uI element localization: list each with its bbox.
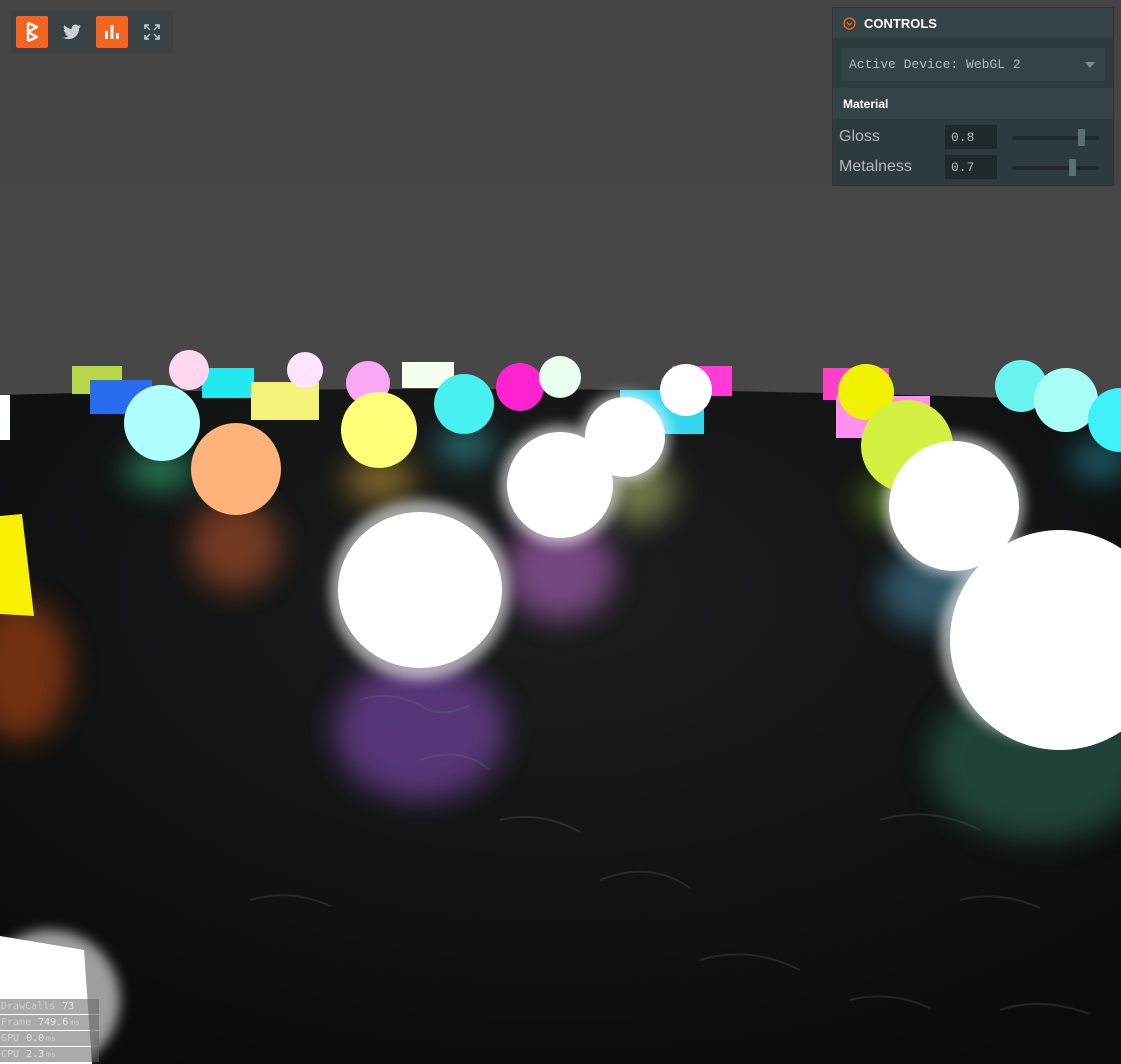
- twitter-bird-icon: [63, 24, 81, 40]
- stat-label: DrawCalls: [1, 1001, 56, 1012]
- controls-title: CONTROLS: [864, 15, 937, 31]
- stat-row-frame: Frame 749.6 ms: [0, 1015, 99, 1030]
- stat-label: Frame: [1, 1017, 32, 1028]
- stat-value: 73: [62, 1001, 75, 1012]
- gloss-value-input[interactable]: 0.8: [945, 125, 997, 149]
- metalness-value-input[interactable]: 0.7: [945, 155, 997, 179]
- active-device-select[interactable]: Active Device: WebGL 2: [841, 48, 1105, 81]
- metalness-slider-thumb[interactable]: [1068, 159, 1076, 176]
- material-section-header[interactable]: Material: [833, 88, 1113, 119]
- stat-unit: ms: [70, 1018, 80, 1027]
- gloss-label: Gloss: [839, 128, 880, 145]
- stat-row-drawcalls: DrawCalls 73: [0, 999, 99, 1014]
- controls-header[interactable]: CONTROLS: [833, 8, 1113, 38]
- active-device-value: Active Device: WebGL 2: [849, 57, 1021, 72]
- playcanvas-logo-icon: [26, 21, 39, 43]
- stat-row-gpu: GPU 0.0 ms: [0, 1031, 99, 1046]
- stat-label: CPU: [1, 1049, 20, 1060]
- stat-label: GPU: [1, 1033, 20, 1044]
- gloss-slider-row: Gloss 0.8: [833, 125, 1113, 151]
- stat-value: 2.3: [26, 1049, 45, 1060]
- metalness-slider-track[interactable]: [1012, 159, 1099, 176]
- playcanvas-logo-button[interactable]: [16, 16, 48, 48]
- material-section-title: Material: [843, 96, 889, 111]
- stats-button[interactable]: [96, 16, 128, 48]
- stat-row-cpu: CPU 2.3 ms: [0, 1047, 99, 1062]
- controls-panel: CONTROLS Active Device: WebGL 2 Material…: [833, 8, 1113, 185]
- fullscreen-icon: [144, 24, 160, 40]
- gloss-slider-thumb[interactable]: [1077, 129, 1085, 146]
- stat-value: 0.0: [26, 1033, 45, 1044]
- gloss-slider-track[interactable]: [1012, 129, 1099, 146]
- twitter-button[interactable]: [56, 16, 88, 48]
- stat-value: 749.6: [38, 1017, 69, 1028]
- bar-chart-icon: [105, 25, 119, 39]
- dropdown-caret-icon: [1085, 61, 1095, 68]
- stat-unit: ms: [46, 1034, 56, 1043]
- toolbar: [11, 11, 173, 53]
- collapse-chevron-icon[interactable]: [843, 16, 856, 30]
- stats-overlay: DrawCalls 73 Frame 749.6 ms GPU 0.0 ms C…: [0, 999, 99, 1064]
- stat-unit: ms: [46, 1050, 56, 1059]
- fullscreen-button[interactable]: [136, 16, 168, 48]
- metalness-slider-row: Metalness 0.7: [833, 155, 1113, 181]
- metalness-label: Metalness: [839, 158, 912, 175]
